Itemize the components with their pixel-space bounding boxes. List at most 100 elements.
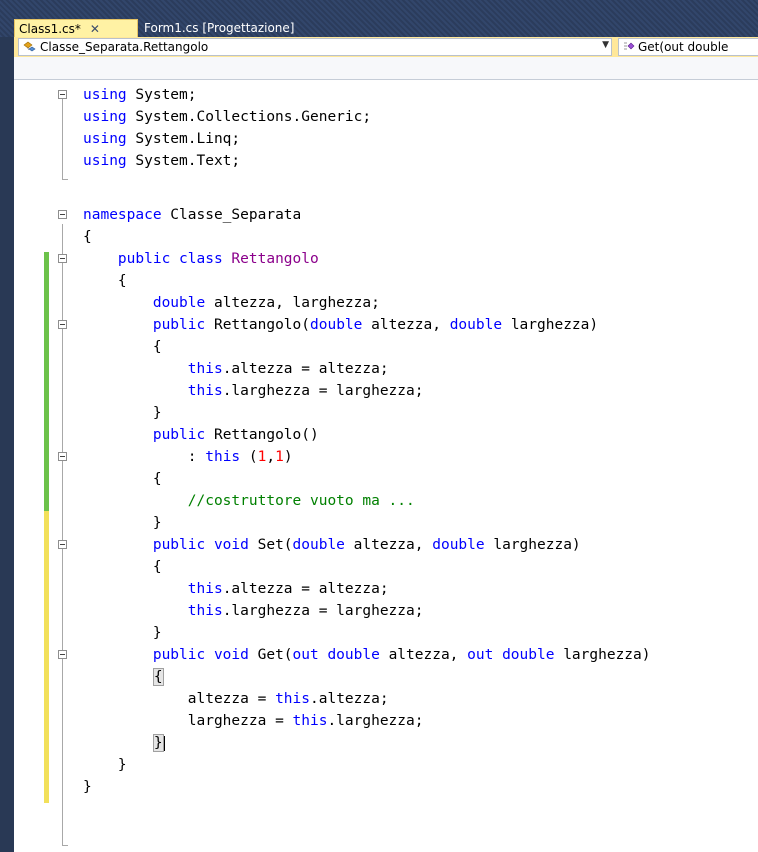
keyword: using [83,109,127,125]
code-line-19: //costruttore vuoto ma ... [14,491,758,511]
navigation-bar: Classe_Separata.Rettangolo ▼ Get(out dou… [14,38,758,80]
code-line-24: this.larghezza = larghezza; [14,601,758,621]
code-line-31: } [14,755,758,775]
keyword: public class [117,251,232,267]
keyword: out double [292,647,380,663]
collapse-icon[interactable] [58,254,67,263]
code-line-13: this.altezza = altezza; [14,359,758,379]
code-line-1: using System; [14,85,758,105]
code-text: Rettangolo( [205,317,310,333]
code-line-6: namespace Classe_Separata [14,205,758,225]
keyword: public void [152,537,249,553]
code-line-23: this.altezza = altezza; [14,579,758,599]
class-name: Rettangolo [231,251,319,267]
code-line-18: { [14,469,758,489]
code-line-20: } [14,513,758,533]
using-directive: using System.Linq; [83,131,241,147]
code-text: .larghezza; [327,713,424,729]
comment: //costruttore vuoto ma ... [187,493,415,509]
tab-class1-cs[interactable]: Class1.cs* ✕ [14,19,138,37]
code-text: altezza, [344,537,433,553]
using-directive: using System.Text; [83,153,241,169]
brace: { [152,339,162,355]
collapse-icon[interactable] [58,90,67,99]
field-declaration: altezza, larghezza; [205,295,380,311]
close-icon[interactable]: ✕ [90,22,100,36]
code-text: larghezza = [187,713,293,729]
code-text: larghezza) [554,647,651,663]
code-line-3: using System.Linq; [14,129,758,149]
keyword: this [205,449,241,465]
code-text: larghezza) [502,317,599,333]
code-text: larghezza) [484,537,581,553]
code-line-9: { [14,271,758,291]
brace: { [83,229,92,245]
collapse-icon[interactable] [58,540,67,549]
collapse-icon[interactable] [58,452,67,461]
collapse-icon[interactable] [58,650,67,659]
visual-studio-window: Class1.cs* ✕ Form1.cs [Progettazione] Cl… [0,0,758,852]
code-text: .altezza = altezza; [222,581,389,597]
code-line-21: public void Set(double altezza, double l… [14,535,758,555]
code-line-17: : this (1,1) [14,447,758,467]
code-text: ) [283,449,293,465]
keyword: public void [152,647,249,663]
code-line-25: } [14,623,758,643]
code-text: altezza, [362,317,450,333]
code-line-22: { [14,557,758,577]
code-text: Set( [248,537,293,553]
keyword: this [187,383,223,399]
code-text: .altezza = altezza; [222,361,389,377]
code-text: ( [240,449,258,465]
using-directive: using System.Collections.Generic; [83,109,372,125]
code-text: : [187,449,206,465]
code-line-26: public void Get(out double altezza, out … [14,645,758,665]
code-line-29: larghezza = this.larghezza; [14,711,758,731]
code-text: .larghezza = larghezza; [222,603,424,619]
keyword: using [83,87,127,103]
code-line-2: using System.Collections.Generic; [14,107,758,127]
number-literal: 1 [275,449,284,465]
code-text: .altezza; [310,691,389,707]
code-line-4: using System.Text; [14,151,758,171]
keyword: public [152,427,206,443]
brace: } [152,515,162,531]
keyword: double [310,317,363,333]
keyword: using [83,131,127,147]
using-directive: using System; [83,87,197,103]
brace: } [117,757,127,773]
collapse-icon[interactable] [58,320,67,329]
type-selector-label: Classe_Separata.Rettangolo [40,40,209,54]
brace: { [152,559,162,575]
keyword: double [432,537,485,553]
class-icon [22,40,38,54]
type-selector-dropdown[interactable]: Classe_Separata.Rettangolo ▼ [18,38,612,56]
tab-form1-cs[interactable]: Form1.cs [Progettazione] [140,19,350,37]
keyword: this [292,713,328,729]
code-editor[interactable]: using System; using System.Collections.G… [14,80,758,852]
keyword: out double [467,647,555,663]
code-line-32: } [14,777,758,797]
tab-label: Form1.cs [Progettazione] [144,21,295,35]
code-line-28: altezza = this.altezza; [14,689,758,709]
code-text: Rettangolo() [205,427,319,443]
keyword: namespace [83,207,162,223]
keyword: double [449,317,503,333]
chevron-down-icon: ▼ [602,40,609,50]
keyword: this [187,581,223,597]
brace-highlight: { [152,668,164,686]
member-selector-dropdown[interactable]: Get(out double [618,38,758,56]
keyword: public [152,317,206,333]
code-text: Get( [248,647,293,663]
code-text: , [266,449,276,465]
brace: { [117,273,127,289]
code-text: altezza = [187,691,276,707]
brace: } [152,625,162,641]
code-line-30: } [14,733,758,753]
tab-label: Class1.cs* [19,21,81,36]
code-line-14: this.larghezza = larghezza; [14,381,758,401]
collapse-icon[interactable] [58,210,67,219]
code-line-7: { [14,227,758,247]
method-icon [622,40,638,55]
member-selector-label: Get(out double [638,40,729,54]
